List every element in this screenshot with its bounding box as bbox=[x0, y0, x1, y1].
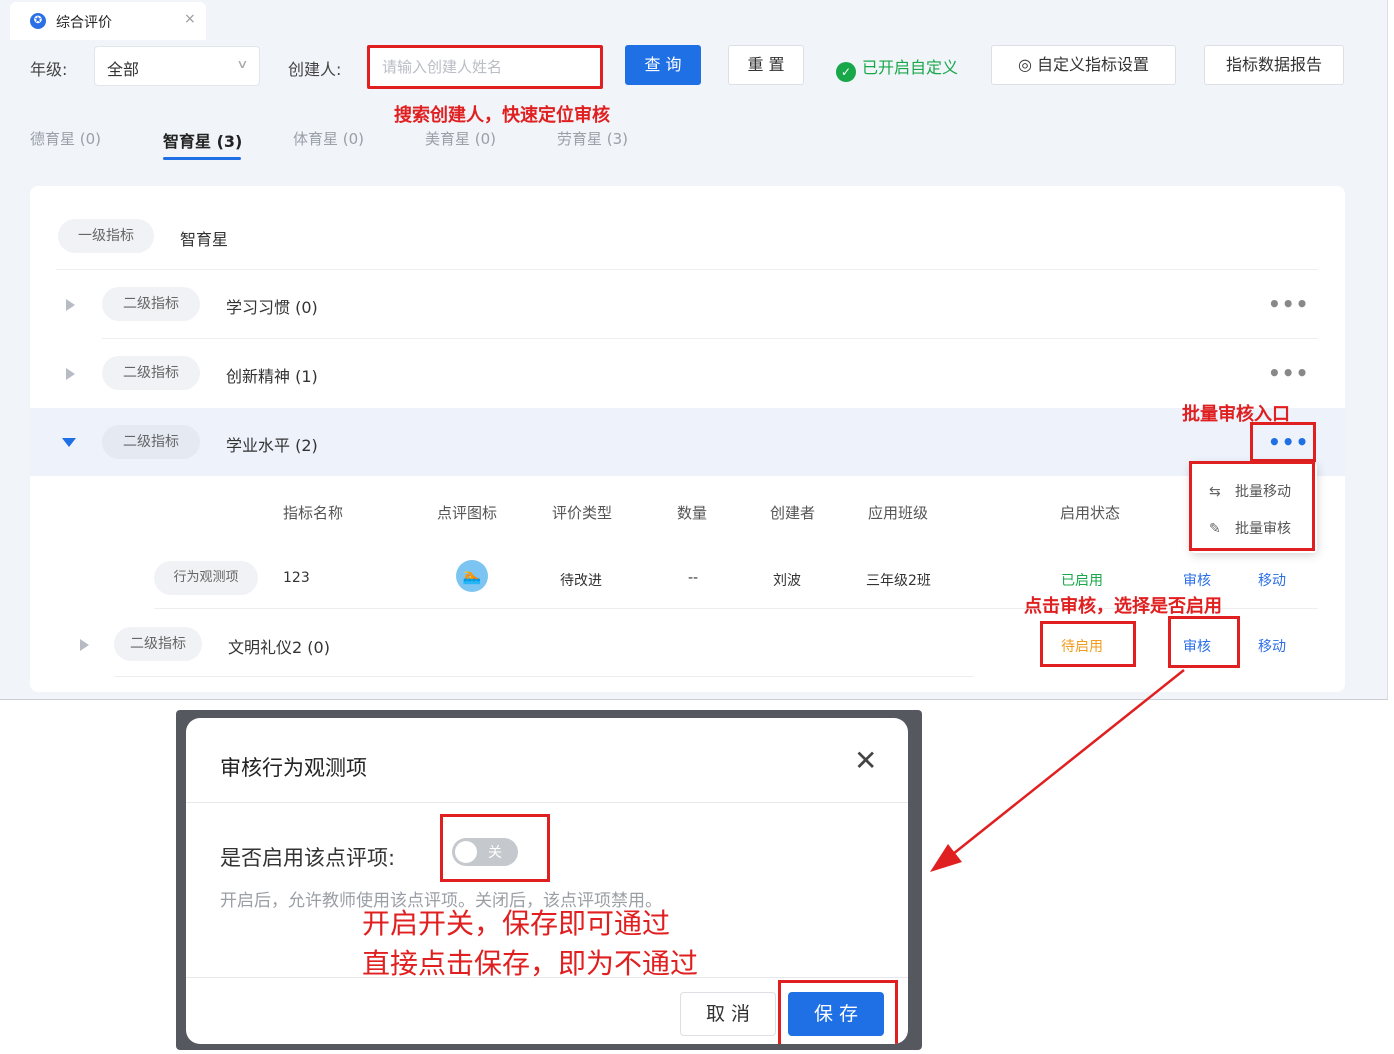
arrow-head bbox=[930, 844, 962, 872]
annotation-arrow bbox=[930, 669, 1185, 872]
arrow-line bbox=[947, 669, 1185, 859]
